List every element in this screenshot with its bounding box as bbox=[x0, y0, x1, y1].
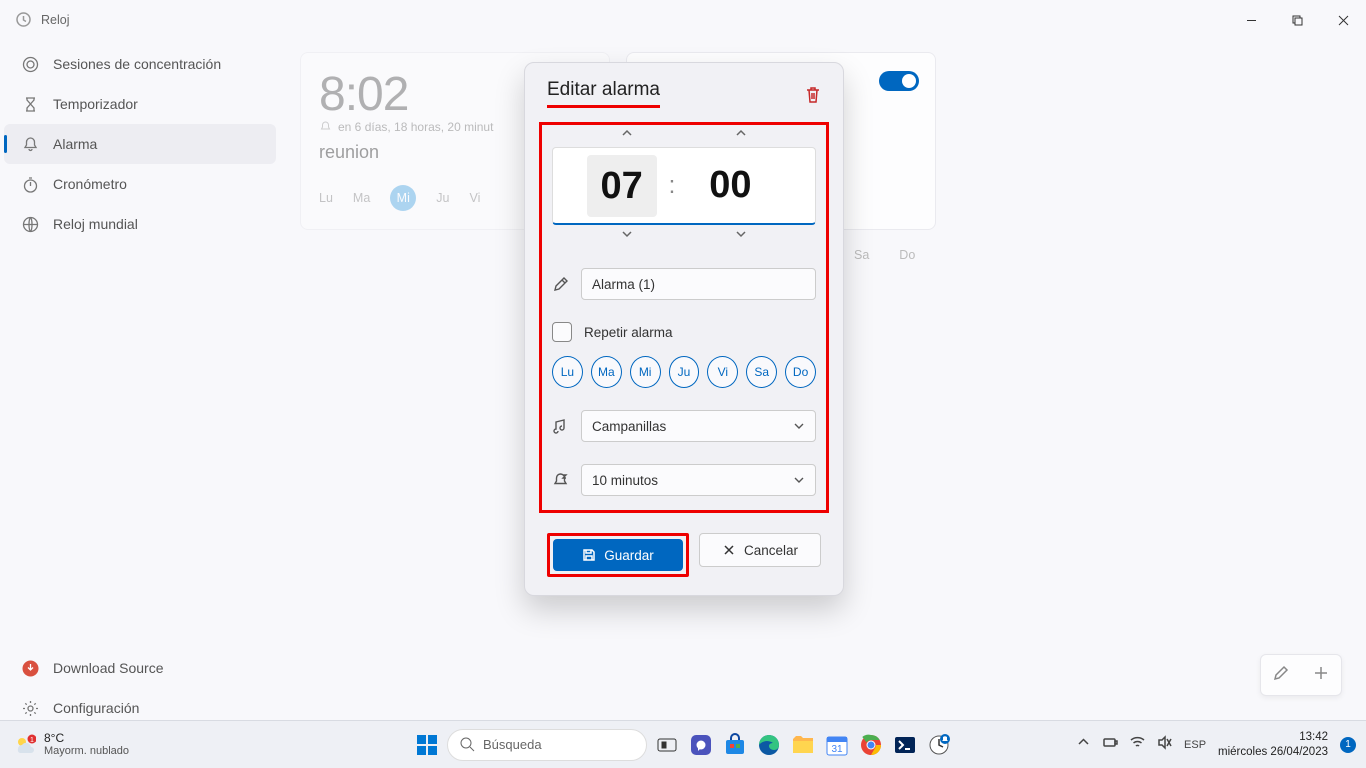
taskbar-powershell[interactable] bbox=[891, 731, 919, 759]
sidebar-item-alarm[interactable]: Alarma bbox=[4, 124, 276, 164]
taskbar-chat[interactable] bbox=[687, 731, 715, 759]
edit-alarm-fab[interactable] bbox=[1273, 665, 1289, 686]
minute-down-button[interactable] bbox=[734, 227, 748, 246]
hour-down-button[interactable] bbox=[620, 227, 634, 246]
snooze-select[interactable]: 10 minutos bbox=[581, 464, 816, 496]
time-colon: : bbox=[669, 172, 676, 200]
globe-icon bbox=[22, 216, 39, 233]
save-icon bbox=[582, 548, 596, 562]
gear-icon bbox=[22, 700, 39, 717]
save-button[interactable]: Guardar bbox=[553, 539, 683, 571]
weather-icon: 1 bbox=[14, 734, 36, 756]
time-picker[interactable]: 07 : 00 bbox=[552, 147, 816, 225]
sidebar-item-label: Download Source bbox=[53, 660, 164, 676]
day-sa[interactable]: Sa bbox=[746, 356, 777, 388]
sidebar-item-label: Alarma bbox=[53, 136, 97, 152]
bell-small-icon bbox=[319, 121, 332, 134]
minute-value[interactable]: 00 bbox=[675, 164, 785, 207]
edit-icon bbox=[552, 276, 569, 293]
sidebar-item-download[interactable]: Download Source bbox=[4, 648, 276, 688]
sound-select[interactable]: Campanillas bbox=[581, 410, 816, 442]
taskbar-right: ESP 13:42 miércoles 26/04/2023 1 bbox=[1076, 730, 1356, 759]
add-alarm-fab[interactable] bbox=[1313, 665, 1329, 686]
bell-icon bbox=[22, 136, 39, 153]
start-button[interactable] bbox=[413, 731, 441, 759]
tray-volume[interactable] bbox=[1157, 735, 1172, 755]
alarm-fab bbox=[1260, 654, 1342, 696]
dialog-title: Editar alarma bbox=[547, 79, 660, 108]
repeat-checkbox[interactable] bbox=[552, 322, 572, 342]
taskbar-store[interactable] bbox=[721, 731, 749, 759]
day-lu[interactable]: Lu bbox=[552, 356, 583, 388]
search-icon bbox=[460, 737, 475, 752]
taskbar[interactable]: 1 8°C Mayorm. nublado Búsqueda 31 ESP 13… bbox=[0, 720, 1366, 768]
day-do[interactable]: Do bbox=[785, 356, 816, 388]
edit-alarm-dialog: Editar alarma 07 : 00 Repetir alarma Lu … bbox=[524, 62, 844, 596]
sidebar-item-timer[interactable]: Temporizador bbox=[4, 84, 276, 124]
sidebar-item-label: Temporizador bbox=[53, 96, 138, 112]
taskbar-calendar[interactable]: 31 bbox=[823, 731, 851, 759]
stopwatch-icon bbox=[22, 176, 39, 193]
hour-up-button[interactable] bbox=[620, 126, 634, 145]
download-icon bbox=[22, 660, 39, 677]
maximize-button[interactable] bbox=[1274, 0, 1320, 40]
taskbar-clock-app[interactable] bbox=[925, 731, 953, 759]
day-mi[interactable]: Mi bbox=[630, 356, 661, 388]
tray-battery[interactable] bbox=[1103, 735, 1118, 755]
minute-up-button[interactable] bbox=[734, 126, 748, 145]
sidebar-item-label: Sesiones de concentración bbox=[53, 56, 221, 72]
music-icon bbox=[552, 418, 569, 435]
x-icon bbox=[722, 543, 736, 557]
dialog-body-highlight: 07 : 00 Repetir alarma Lu Ma Mi Ju Vi Sa… bbox=[539, 122, 829, 513]
snooze-icon bbox=[552, 472, 569, 489]
day-vi[interactable]: Vi bbox=[707, 356, 738, 388]
sidebar-item-label: Cronómetro bbox=[53, 176, 127, 192]
titlebar bbox=[0, 0, 1366, 40]
taskbar-chrome[interactable] bbox=[857, 731, 885, 759]
tray-language[interactable]: ESP bbox=[1184, 739, 1206, 751]
target-icon bbox=[22, 56, 39, 73]
sidebar-item-label: Reloj mundial bbox=[53, 216, 138, 232]
taskview-button[interactable] bbox=[653, 731, 681, 759]
sidebar-item-focus[interactable]: Sesiones de concentración bbox=[4, 44, 276, 84]
sidebar: Sesiones de concentración Temporizador A… bbox=[0, 44, 280, 736]
alarm-name-input[interactable] bbox=[581, 268, 816, 300]
tray-wifi[interactable] bbox=[1130, 735, 1145, 755]
day-ma[interactable]: Ma bbox=[591, 356, 622, 388]
hour-value[interactable]: 07 bbox=[587, 155, 657, 217]
sidebar-item-stopwatch[interactable]: Cronómetro bbox=[4, 164, 276, 204]
sidebar-item-label: Configuración bbox=[53, 700, 139, 716]
taskbar-edge[interactable] bbox=[755, 731, 783, 759]
card2-visible-days: Sa Do bbox=[854, 248, 915, 262]
taskbar-center: Búsqueda 31 bbox=[413, 729, 953, 761]
repeat-label: Repetir alarma bbox=[584, 325, 673, 340]
close-button[interactable] bbox=[1320, 0, 1366, 40]
taskbar-weather[interactable]: 1 8°C Mayorm. nublado bbox=[0, 732, 129, 757]
tray-chevron[interactable] bbox=[1076, 735, 1091, 755]
svg-text:31: 31 bbox=[831, 744, 843, 755]
sidebar-item-worldclock[interactable]: Reloj mundial bbox=[4, 204, 276, 244]
taskbar-explorer[interactable] bbox=[789, 731, 817, 759]
chevron-down-icon bbox=[793, 420, 805, 432]
svg-text:1: 1 bbox=[30, 737, 34, 744]
taskbar-notifications[interactable]: 1 bbox=[1340, 737, 1356, 753]
minimize-button[interactable] bbox=[1228, 0, 1274, 40]
taskbar-weather-desc: Mayorm. nublado bbox=[44, 745, 129, 757]
taskbar-search[interactable]: Búsqueda bbox=[447, 729, 647, 761]
taskbar-temp: 8°C bbox=[44, 732, 129, 745]
day-picker: Lu Ma Mi Ju Vi Sa Do bbox=[552, 356, 816, 388]
cancel-button[interactable]: Cancelar bbox=[699, 533, 821, 567]
save-button-highlight: Guardar bbox=[547, 533, 689, 577]
chevron-down-icon bbox=[793, 474, 805, 486]
delete-alarm-button[interactable] bbox=[803, 85, 823, 105]
taskbar-clock[interactable]: 13:42 miércoles 26/04/2023 bbox=[1218, 730, 1328, 759]
hourglass-icon bbox=[22, 96, 39, 113]
day-ju[interactable]: Ju bbox=[669, 356, 700, 388]
alarm-toggle[interactable] bbox=[879, 71, 919, 91]
